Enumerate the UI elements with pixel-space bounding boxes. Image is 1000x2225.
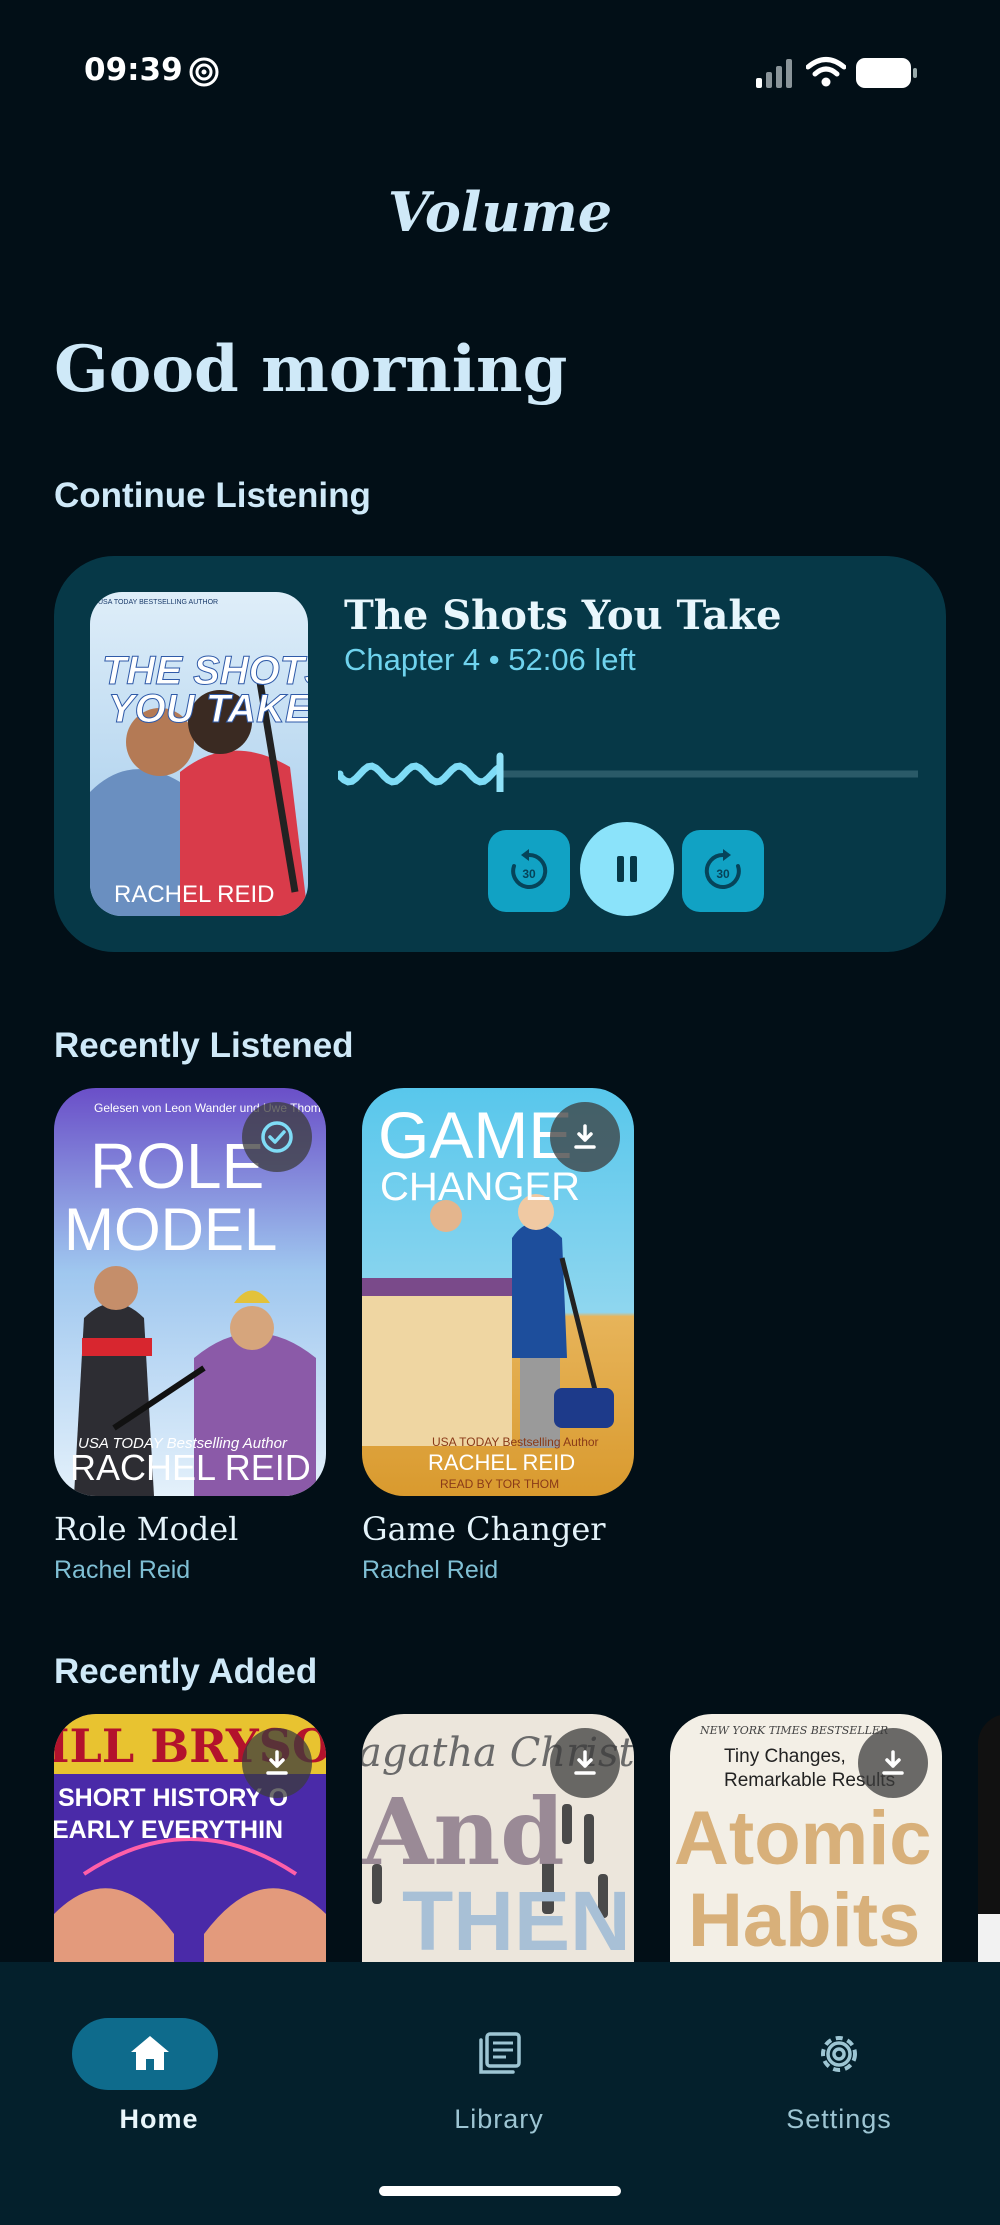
home-icon: [131, 2036, 169, 2070]
forward-30-button[interactable]: 30: [682, 830, 764, 912]
check-circle-icon: [261, 1121, 293, 1153]
book-author: Rachel Reid: [362, 1556, 499, 1584]
book-title: Game Changer: [362, 1510, 606, 1548]
nav-library-label: Library: [454, 2104, 544, 2134]
cover-narrator: READ BY TOR THOM: [440, 1477, 559, 1491]
downloaded-badge: [242, 1102, 312, 1172]
recent-book-game-changer[interactable]: GAME CHANGER USA TODAY Bestselling Autho…: [362, 1088, 634, 1588]
book-cover[interactable]: Gelesen von Leon Wander und Uwe Thoma RO…: [54, 1088, 326, 1496]
battery-icon: [856, 58, 917, 88]
now-playing-cover-title-line2: YOU TAKE: [108, 687, 308, 731]
download-icon: [574, 1124, 596, 1149]
playback-progress-slider[interactable]: [338, 752, 918, 792]
book-cover[interactable]: GAME CHANGER USA TODAY Bestselling Autho…: [362, 1088, 634, 1496]
cover-subtitle-line1: Tiny Changes,: [724, 1746, 846, 1767]
now-playing-chapter: Chapter 4 • 52:06 left: [344, 642, 636, 677]
cover-title-line2: Habits: [688, 1878, 920, 1962]
recently-listened-heading: Recently Listened: [54, 1026, 354, 1065]
greeting-heading: Good morning: [54, 332, 568, 407]
download-icon: [266, 1750, 288, 1775]
pause-button[interactable]: [580, 822, 674, 916]
now-playing-title: The Shots You Take: [344, 592, 782, 639]
download-button[interactable]: [242, 1728, 312, 1798]
recent-book-role-model[interactable]: Gelesen von Leon Wander und Uwe Thoma RO…: [54, 1088, 326, 1588]
cover-title-line2: EARLY EVERYTHIN: [54, 1816, 283, 1844]
pause-icon: [617, 856, 637, 882]
recently-added-carousel[interactable]: ILL BRYSO SHORT HISTORY O EARLY EVERYTHI…: [0, 1714, 1000, 1962]
status-bar: 09:39: [0, 0, 1000, 150]
library-icon: [479, 2032, 521, 2074]
download-button[interactable]: [550, 1102, 620, 1172]
rewind-seconds-label: 30: [522, 867, 536, 881]
gear-icon: [821, 2036, 857, 2072]
status-time: 09:39: [84, 52, 183, 88]
now-playing-cover-author: RACHEL REID: [114, 881, 274, 908]
cover-title-line1: ROLE: [90, 1130, 264, 1202]
cover-top-text: NEW YORK TIMES BESTSELLER: [699, 1724, 888, 1737]
cover-title-line2: THEN: [402, 1874, 631, 1962]
nav-home[interactable]: Home: [39, 1990, 279, 2134]
forward-seconds-label: 30: [716, 867, 730, 881]
now-playing-cover[interactable]: USA TODAY BESTSELLING AUTHOR THE SHOTS Y…: [90, 592, 308, 916]
cover-title-line1: Atomic: [674, 1796, 932, 1881]
nav-library[interactable]: Library: [379, 1990, 619, 2134]
added-book-and-then[interactable]: agatha Christ And THEN: [362, 1714, 634, 1962]
download-icon: [882, 1750, 904, 1775]
now-playing-cover-art: USA TODAY BESTSELLING AUTHOR THE SHOTS Y…: [90, 592, 308, 916]
download-button[interactable]: [858, 1728, 928, 1798]
cover-author: RACHEL REID: [428, 1450, 575, 1475]
added-book-atomic-habits[interactable]: NEW YORK TIMES BESTSELLER Tiny Changes, …: [670, 1714, 942, 1962]
cover-title-line1: And: [362, 1778, 565, 1886]
book-title: Role Model: [54, 1510, 239, 1548]
focus-mode-icon: [189, 57, 219, 87]
now-playing-cover-blurb: USA TODAY BESTSELLING AUTHOR: [98, 599, 218, 606]
forward-icon: 30: [704, 849, 741, 889]
cover-title-line2: CHANGER: [380, 1165, 580, 1209]
wifi-icon: [806, 57, 846, 87]
added-book-short-history[interactable]: ILL BRYSO SHORT HISTORY O EARLY EVERYTHI…: [54, 1714, 326, 1962]
home-indicator: [379, 2186, 621, 2196]
continue-listening-heading: Continue Listening: [54, 476, 371, 515]
cover-author: RACHEL REID: [70, 1447, 311, 1488]
cover-blurb: USA TODAY Bestselling Author: [432, 1435, 599, 1449]
book-author: Rachel Reid: [54, 1556, 191, 1584]
rewind-30-button[interactable]: 30: [488, 830, 570, 912]
partial-cover-art: [978, 1914, 1000, 1962]
continue-listening-card[interactable]: USA TODAY BESTSELLING AUTHOR THE SHOTS Y…: [54, 556, 946, 952]
download-icon: [574, 1750, 596, 1775]
nav-settings[interactable]: Settings: [719, 1990, 959, 2134]
nav-settings-label: Settings: [786, 2104, 892, 2134]
recently-added-heading: Recently Added: [54, 1652, 318, 1691]
cellular-signal-icon: [756, 59, 792, 88]
app-title: Volume: [387, 180, 613, 244]
cover-title-line2: MODEL: [64, 1196, 277, 1263]
download-button[interactable]: [550, 1728, 620, 1798]
cover-title-line1: GAME: [378, 1098, 572, 1172]
nav-home-label: Home: [119, 2104, 199, 2134]
rewind-icon: 30: [511, 849, 548, 889]
bottom-navigation: Home Library Settings: [0, 1962, 1000, 2225]
added-book-partial[interactable]: [978, 1714, 1000, 1962]
